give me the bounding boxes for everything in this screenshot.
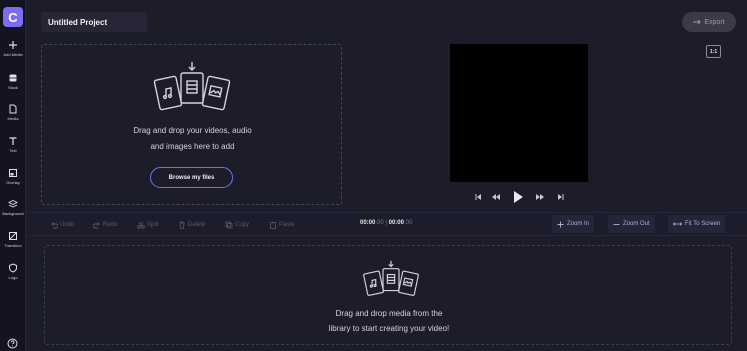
sidebar-item-label: Transition (4, 243, 22, 248)
media-drop-text-line1: Drag and drop your videos, audio (133, 126, 252, 135)
skip-back-icon (475, 194, 481, 200)
media-cards-icon (153, 62, 231, 111)
sidebar-item-label: Overlay (6, 180, 20, 185)
sidebar: C Add Media Stock Media Text Overlay Bac… (0, 0, 26, 351)
zoom-in-label: Zoom In (567, 221, 590, 227)
export-label: Export (704, 18, 725, 26)
zoom-out-label: Zoom Out (623, 221, 650, 227)
total-time: 00:00 (388, 220, 404, 226)
delete-label: Delete (188, 222, 206, 228)
play-button[interactable] (511, 190, 525, 204)
sidebar-item-logo[interactable]: Logo (0, 263, 26, 280)
timeline-drop-text-line2: library to start creating your video! (328, 324, 450, 333)
file-icon (9, 104, 17, 114)
sidebar-item-add-media[interactable]: Add Media (0, 40, 26, 57)
text-icon (9, 137, 17, 145)
sidebar-item-stock[interactable]: Stock (0, 73, 26, 90)
fast-forward-icon (536, 194, 544, 200)
play-icon (514, 191, 523, 203)
copy-icon (225, 221, 233, 229)
sidebar-item-text[interactable]: Text (0, 136, 26, 153)
zoom-out-button[interactable]: Zoom Out (608, 215, 655, 233)
sidebar-item-media[interactable]: Media (0, 104, 26, 121)
transition-icon (9, 232, 17, 240)
skip-forward-icon (557, 194, 563, 200)
rewind-button[interactable] (490, 190, 502, 204)
skip-to-start-button[interactable] (472, 190, 484, 204)
rewind-icon (492, 194, 500, 200)
current-time-frac: .00 (375, 220, 384, 226)
total-time-frac: .00 (403, 220, 413, 226)
sidebar-item-background[interactable]: Background (0, 199, 26, 216)
media-drop-zone[interactable]: Drag and drop your videos, audio and ima… (41, 44, 342, 205)
copy-label: Copy (235, 222, 250, 228)
sidebar-item-label: Media (7, 116, 19, 121)
plus-icon (9, 41, 17, 49)
fit-to-screen-label: Fit To Screen (685, 221, 721, 227)
redo-label: Redo (103, 222, 118, 228)
sidebar-item-overlay[interactable]: Overlay (0, 168, 26, 185)
shield-icon (9, 263, 17, 273)
current-time: 00:00 (360, 220, 376, 226)
timeline-drop-text-line1: Drag and drop media from the (335, 309, 443, 318)
minus-icon (613, 223, 620, 225)
undo-label: Undo (60, 222, 75, 228)
sidebar-item-label: Logo (8, 275, 18, 280)
sidebar-item-label: Stock (7, 85, 18, 90)
undo-button[interactable]: Undo (50, 220, 74, 230)
fit-to-screen-button[interactable]: Fit To Screen (668, 215, 726, 233)
layers-icon (8, 199, 18, 208)
overlay-icon (9, 169, 17, 177)
sidebar-item-transition[interactable]: Transition (0, 231, 26, 248)
arrow-right-icon (693, 19, 702, 25)
scissors-icon (137, 221, 145, 229)
video-preview (450, 44, 588, 182)
plus-icon (557, 221, 564, 227)
redo-icon (93, 222, 100, 229)
project-title-input[interactable]: Untitled Project (41, 12, 147, 32)
timeline-drop-zone[interactable]: Drag and drop media from the library to … (44, 245, 732, 345)
export-button[interactable]: Export (682, 12, 736, 32)
fast-forward-button[interactable] (534, 190, 546, 204)
time-separator: | (385, 220, 387, 226)
paste-button[interactable]: Paste (269, 220, 294, 230)
split-label: Split (147, 222, 159, 228)
undo-icon (51, 222, 58, 229)
sidebar-item-label: Add Media (3, 52, 23, 57)
skip-to-end-button[interactable] (554, 190, 566, 204)
timecode: 00:00.00 | 00:00.00 (360, 220, 412, 226)
zoom-in-button[interactable]: Zoom In (552, 215, 595, 233)
paste-label: Paste (279, 222, 295, 228)
trash-icon (179, 221, 185, 229)
paste-icon (270, 221, 276, 229)
sidebar-item-label: Text (9, 148, 17, 153)
delete-button[interactable]: Delete (178, 220, 205, 230)
logo-letter: C (8, 9, 18, 25)
split-button[interactable]: Split (137, 220, 159, 230)
redo-button[interactable]: Redo (93, 220, 117, 230)
media-drop-text-line2: and images here to add (150, 142, 235, 151)
fit-icon (673, 222, 682, 226)
app-logo[interactable]: C (3, 7, 23, 27)
browse-files-button[interactable]: Browse my files (150, 167, 233, 188)
aspect-ratio-button[interactable]: 1:1 (706, 45, 721, 58)
help-icon[interactable] (7, 338, 18, 349)
sidebar-item-label: Background (2, 211, 24, 216)
copy-button[interactable]: Copy (225, 220, 249, 230)
media-cards-icon (363, 260, 419, 296)
stock-icon (9, 74, 17, 82)
